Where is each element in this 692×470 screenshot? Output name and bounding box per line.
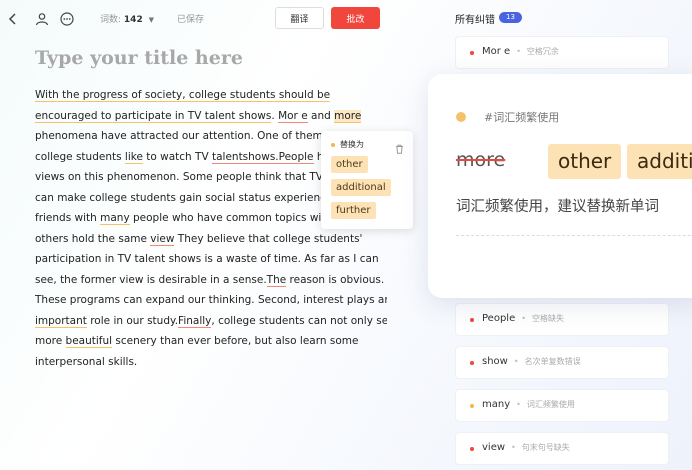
save-status: 已保存 [177, 15, 205, 25]
flagged-word[interactable]: many [100, 212, 130, 225]
caret-down-icon: ▼ [148, 16, 154, 24]
flagged-word[interactable]: important [35, 314, 87, 328]
correction-item[interactable]: Mor e • 空格冗余 [455, 36, 669, 69]
text-run: college students [35, 150, 125, 163]
correction-desc: 词汇频繁使用 [526, 400, 575, 409]
text-run: interpersonal skills. [35, 355, 138, 368]
warning-dot-icon [456, 112, 466, 122]
corrections-count-badge: 13 [499, 12, 522, 23]
text-run: others hold the same [35, 232, 151, 245]
word-count-label: 词数: [100, 15, 122, 25]
suggestion-chip[interactable]: additi [627, 144, 692, 179]
popup-header: 替换为 [331, 139, 364, 150]
correction-desc: 句末句号缺失 [521, 443, 570, 452]
correction-word: show [482, 356, 508, 367]
correction-item[interactable]: People • 空格缺失 [455, 303, 669, 336]
warning-dot-icon [470, 404, 474, 408]
flagged-word[interactable]: talentshows.People [211, 150, 314, 164]
translate-button[interactable]: 翻译 [275, 7, 324, 29]
correction-desc: 空格冗余 [526, 47, 559, 56]
error-dot-icon [470, 51, 474, 55]
divider [456, 235, 692, 236]
flagged-word[interactable]: beautiful [65, 335, 113, 348]
essay-line: These programs can expand our thinking. … [35, 290, 387, 311]
flagged-word[interactable]: view [150, 232, 175, 246]
essay-line: important role in our study.Finally, col… [35, 311, 387, 332]
correction-desc: 空格缺失 [531, 314, 564, 323]
error-dot-icon [470, 318, 474, 322]
correction-desc: 名次单复数错误 [524, 357, 581, 366]
flagged-word[interactable]: With the progress of society, college st… [35, 89, 331, 102]
issue-category-tag: #词汇频繁使用 [484, 111, 560, 124]
correction-word: Mor e [482, 46, 511, 57]
correction-word: many [482, 399, 511, 410]
review-button[interactable]: 批改 [331, 7, 380, 29]
text-run: to watch TV [142, 150, 212, 163]
suggestion-option[interactable]: other [331, 156, 368, 173]
text-run: These programs can expand our thinking. … [35, 294, 387, 306]
text-run: see, the former view is desirable in a s… [35, 273, 267, 286]
popup-header-label: 替换为 [340, 140, 364, 149]
essay-line: participation in TV talent shows is a wa… [35, 249, 387, 270]
wrong-word: more [456, 149, 506, 171]
essay-line: interpersonal skills. [35, 352, 387, 373]
essay-line: encouraged to participate in TV talent s… [35, 106, 387, 127]
flagged-word[interactable]: Finally [178, 314, 212, 328]
issue-description: 词汇频繁使用，建议替换新单词 [456, 199, 659, 215]
error-dot-icon [470, 447, 474, 451]
corrections-panel-title: 所有纠错 [455, 15, 495, 26]
essay-line: more beautiful scenery than ever before,… [35, 331, 387, 352]
error-dot-icon [470, 361, 474, 365]
text-run: They believe that college students' [174, 232, 363, 245]
back-chevron-icon[interactable] [6, 11, 20, 25]
top-toolbar: 词数: 142 ▼ 已保存 翻译 批改 [0, 0, 440, 36]
correction-item[interactable]: view • 句末句号缺失 [455, 432, 669, 465]
text-run: role in our study. [86, 314, 179, 327]
text-run: more [35, 335, 66, 347]
text-run: phenomena have attracted our attention. … [35, 130, 335, 142]
selected-flagged-word[interactable]: more [334, 109, 362, 123]
text-run: , college students can not only see [211, 314, 387, 327]
correction-item[interactable]: many • 词汇频繁使用 [455, 389, 669, 422]
flagged-word[interactable]: The [266, 273, 287, 287]
flagged-word[interactable]: like [124, 150, 143, 164]
text-run: participation in TV talent shows is a wa… [35, 253, 379, 265]
correction-detail-card: #词汇频繁使用 more other additi 词汇频繁使用，建议替换新单词 [428, 74, 692, 298]
suggestion-option[interactable]: further [331, 202, 376, 219]
warning-dot-icon [331, 142, 335, 147]
suggestion-option[interactable]: additional [331, 179, 391, 196]
essay-line: others hold the same view They believe t… [35, 229, 387, 250]
essay-title-input[interactable]: Type your title here [35, 47, 243, 69]
more-options-icon[interactable] [60, 11, 74, 26]
flagged-word[interactable]: encouraged to participate in TV talent s… [35, 109, 272, 123]
text-run: and [307, 109, 335, 122]
word-count[interactable]: 词数: 142 ▼ [100, 12, 154, 25]
user-icon[interactable] [35, 11, 49, 26]
text-run: reason is obvious. [286, 273, 385, 286]
essay-line: see, the former view is desirable in a s… [35, 270, 387, 291]
word-count-value: 142 [123, 15, 143, 25]
correction-item[interactable]: show • 名次单复数错误 [455, 346, 669, 379]
text-run: friends with [35, 212, 101, 224]
flagged-word[interactable]: Mor e [278, 109, 308, 123]
replacement-popup: 替换为 other additional further [321, 131, 413, 229]
suggestion-chip[interactable]: other [548, 144, 622, 179]
essay-line: With the progress of society, college st… [35, 85, 387, 106]
correction-word: People [482, 313, 516, 324]
text-run: scenery than ever before, but also learn… [112, 335, 359, 347]
trash-icon[interactable] [395, 139, 404, 154]
correction-word: view [482, 442, 506, 453]
